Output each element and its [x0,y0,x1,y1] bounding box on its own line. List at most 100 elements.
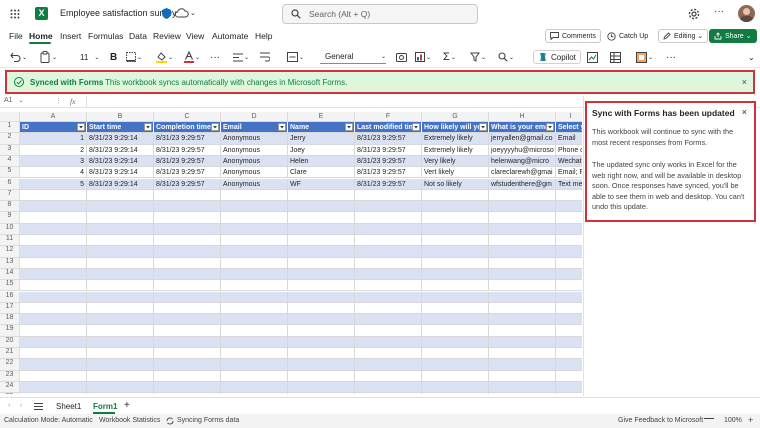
column-header[interactable]: C [154,112,221,122]
wrap-text-icon[interactable] [260,50,270,64]
filter-dropdown-icon[interactable] [211,123,219,131]
empty-cell[interactable] [87,291,154,303]
empty-cell[interactable] [422,246,489,258]
empty-cell[interactable] [20,212,87,224]
column-header[interactable]: E [288,112,355,122]
column-header[interactable]: G [422,112,489,122]
table-cell[interactable]: Phone c [556,145,582,156]
search-box[interactable]: Search (Alt + Q) [282,4,478,24]
empty-cell[interactable] [422,268,489,281]
empty-cell[interactable] [355,348,422,360]
give-feedback-link[interactable]: Give Feedback to Microsoft [618,417,703,424]
empty-cell[interactable] [221,314,288,326]
menu-data[interactable]: Data [129,31,147,41]
fill-color-icon[interactable]: ⌄ [156,50,173,64]
empty-cell[interactable] [355,291,422,303]
empty-cell[interactable] [288,235,355,247]
filter-dropdown-icon[interactable] [144,123,152,131]
table-cell[interactable]: Anonymous [221,144,288,156]
empty-cell[interactable] [154,359,221,371]
workbook-statistics[interactable]: Workbook Statistics [99,417,160,424]
empty-cell[interactable] [87,348,154,360]
more-font-options-icon[interactable]: ··· [210,50,220,64]
empty-cell[interactable] [355,325,422,337]
empty-cell[interactable] [288,189,355,202]
empty-cell[interactable] [355,257,422,269]
empty-cell[interactable] [20,189,87,202]
empty-cell[interactable] [556,325,582,337]
undo-icon[interactable]: ⌄ [10,50,27,64]
empty-cell[interactable] [422,212,489,224]
empty-cell[interactable] [556,336,582,348]
menu-automate[interactable]: Automate [212,31,248,41]
empty-cell[interactable] [489,393,556,394]
table-cell[interactable]: Jerry [288,133,355,145]
empty-cell[interactable] [556,348,582,360]
empty-cell[interactable] [288,393,355,394]
empty-cell[interactable] [556,381,582,394]
row-header[interactable]: 1 [0,122,20,134]
empty-cell[interactable] [355,212,422,224]
filter-dropdown-icon[interactable] [278,123,286,131]
empty-cell[interactable] [355,359,422,371]
avatar[interactable] [738,5,755,22]
filter-dropdown-icon[interactable] [412,123,420,131]
empty-cell[interactable] [489,280,556,292]
empty-cell[interactable] [556,201,582,213]
empty-cell[interactable] [355,370,422,382]
row-header[interactable]: 15 [0,280,20,292]
empty-cell[interactable] [489,370,556,382]
empty-cell[interactable] [20,257,87,269]
empty-cell[interactable] [20,223,87,235]
table-cell[interactable]: 8/31/23 9:29:57 [154,178,221,190]
empty-cell[interactable] [288,246,355,258]
empty-cell[interactable] [355,246,422,258]
empty-cell[interactable] [288,348,355,360]
empty-cell[interactable] [556,190,582,202]
empty-cell[interactable] [288,257,355,269]
name-box[interactable]: A1 ⌄ [4,97,32,107]
table-cell[interactable]: Email [556,133,582,145]
empty-cell[interactable] [154,212,221,224]
menu-home[interactable]: Home [29,31,53,41]
more-icon[interactable]: ⋮ [55,97,62,105]
empty-cell[interactable] [288,201,355,213]
empty-cell[interactable] [87,336,154,348]
zoom-out-icon[interactable] [704,418,714,419]
empty-cell[interactable] [87,381,154,394]
empty-cell[interactable] [355,280,422,292]
filter-dropdown-icon[interactable] [345,123,353,131]
empty-cell[interactable] [489,257,556,269]
more-options-icon[interactable]: ··· [714,6,724,17]
empty-cell[interactable] [87,359,154,371]
row-header[interactable]: 7 [0,189,20,202]
empty-cell[interactable] [87,280,154,292]
bold-button[interactable]: B [110,50,117,64]
empty-cell[interactable] [154,393,221,394]
empty-cell[interactable] [489,302,556,315]
empty-cell[interactable] [489,381,556,394]
empty-cell[interactable] [355,268,422,281]
borders-icon[interactable]: ⌄ [126,50,142,64]
table-header-cell[interactable]: ID [20,122,87,134]
empty-cell[interactable] [221,348,288,360]
empty-cell[interactable] [422,370,489,382]
empty-cell[interactable] [422,189,489,202]
row-header[interactable]: 3 [0,144,20,156]
row-header[interactable]: 6 [0,178,20,190]
empty-cell[interactable] [355,314,422,326]
empty-cell[interactable] [489,235,556,247]
table-cell[interactable]: 8/31/23 9:29:14 [87,155,154,168]
empty-cell[interactable] [154,257,221,269]
empty-cell[interactable] [489,325,556,337]
table-cell[interactable]: 8/31/23 9:29:14 [87,144,154,156]
empty-cell[interactable] [154,381,221,394]
menu-file[interactable]: File [9,31,23,41]
row-header[interactable]: 11 [0,235,20,247]
empty-cell[interactable] [556,258,582,269]
analyze-data-icon[interactable] [587,50,598,64]
empty-cell[interactable] [154,325,221,337]
number-format-dropdown[interactable]: General ⌄ [320,50,386,64]
table-cell[interactable]: 8/31/23 9:29:57 [355,167,422,179]
font-name-dropdown[interactable]: 11 ⌄ [70,50,99,64]
